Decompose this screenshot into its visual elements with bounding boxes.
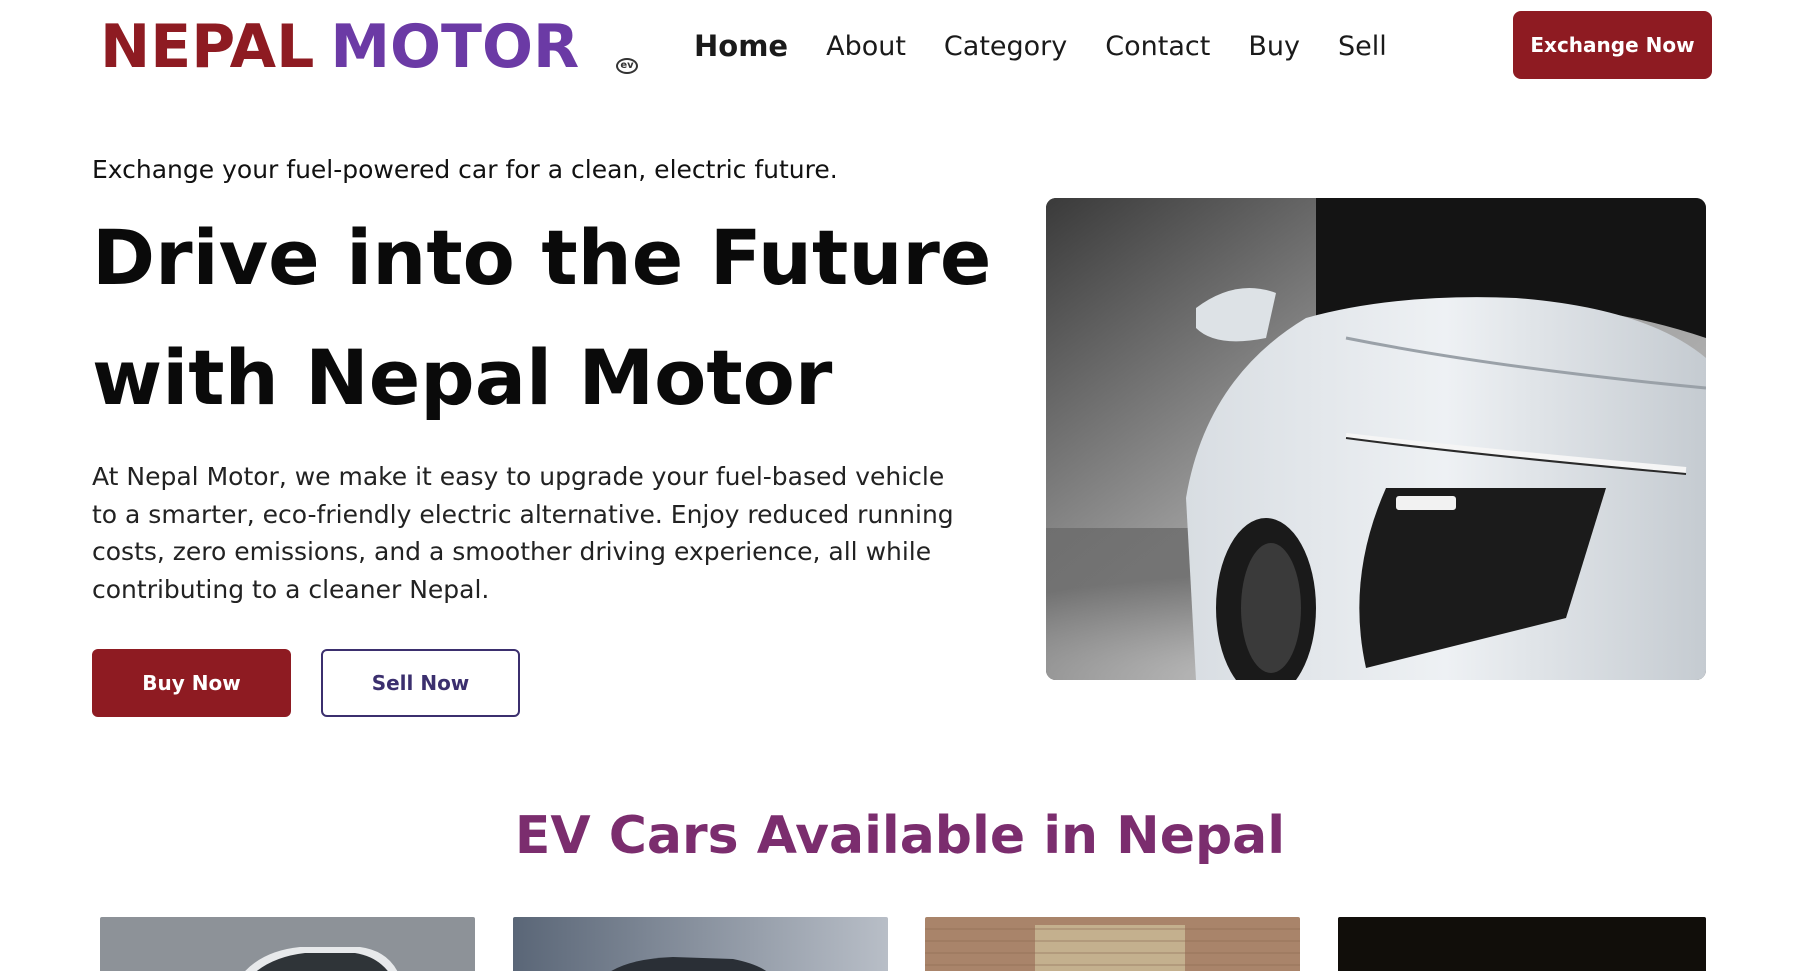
nav-home[interactable]: Home [694, 29, 788, 63]
logo-ev-badge: ev [616, 58, 638, 74]
hero-description: At Nepal Motor, we make it easy to upgra… [92, 462, 954, 604]
nav-about[interactable]: About [826, 31, 906, 62]
black-car-photo [1338, 917, 1706, 971]
hero-car-image [1046, 198, 1706, 680]
nav-sell[interactable]: Sell [1338, 31, 1387, 62]
page: NEPAL MOTOR ev Home About Category Contac… [0, 0, 1800, 971]
hero-title-line2: with Nepal Motor [92, 333, 833, 422]
ev-car-card[interactable] [100, 917, 475, 971]
ev-car-card[interactable] [925, 917, 1300, 971]
nav-contact[interactable]: Contact [1105, 31, 1210, 62]
buy-now-button[interactable]: Buy Now [92, 649, 291, 717]
exchange-now-button[interactable]: Exchange Now [1513, 11, 1712, 79]
section-title: EV Cars Available in Nepal [514, 806, 1286, 866]
logo-word-motor: MOTOR [330, 12, 580, 82]
logo-word-nepal: NEPAL [100, 12, 315, 82]
nav-category[interactable]: Category [944, 31, 1067, 62]
nav-buy[interactable]: Buy [1248, 31, 1300, 62]
white-electric-car-photo [1046, 198, 1706, 680]
dark-car-photo [513, 917, 888, 971]
ev-car-card[interactable] [1338, 917, 1706, 971]
sell-now-button[interactable]: Sell Now [321, 649, 520, 717]
ev-car-card[interactable] [513, 917, 888, 971]
brick-wall-car-photo [925, 917, 1300, 971]
logo[interactable]: NEPAL MOTOR ev [100, 12, 638, 82]
hero-tagline: Exchange your fuel-powered car for a cle… [92, 155, 838, 184]
hero-title-line1: Drive into the Future [92, 213, 992, 302]
ev-cars-list [100, 917, 1706, 971]
suv-photo [100, 917, 475, 971]
main-nav: Home About Category Contact Buy Sell [694, 26, 1425, 66]
hero-title: Drive into the Future with Nepal Motor [92, 198, 992, 438]
